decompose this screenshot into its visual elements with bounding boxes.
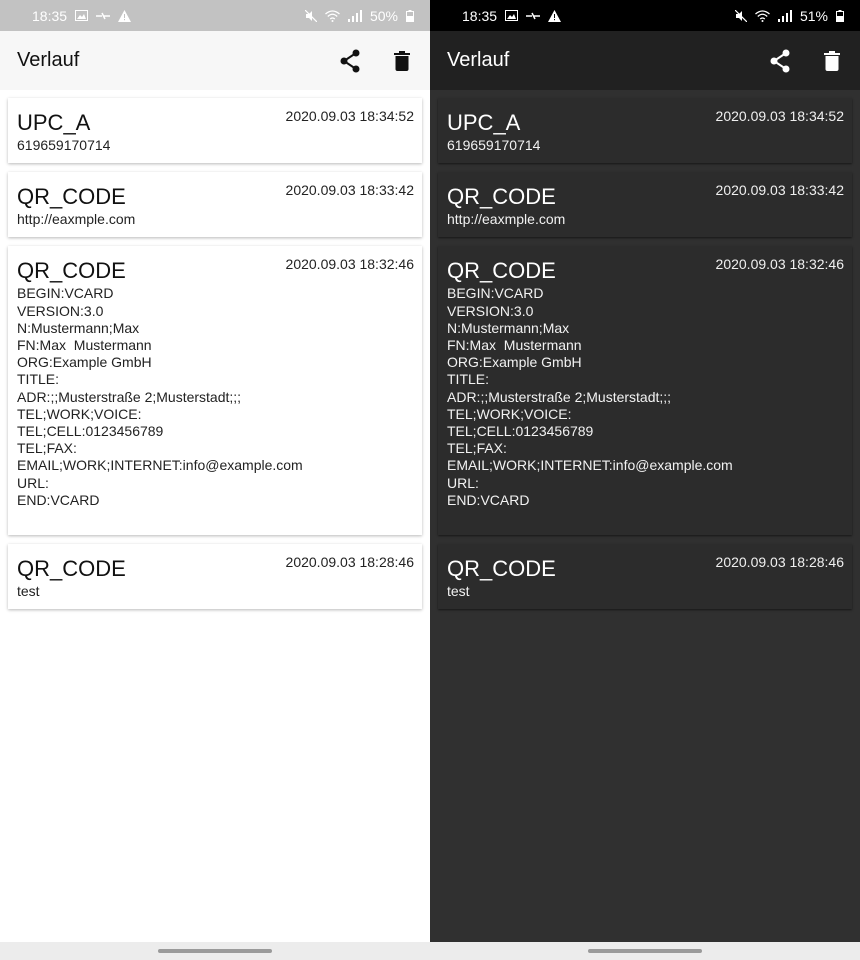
battery-percentage: 50% — [369, 7, 398, 24]
status-time: 18:35 — [32, 7, 68, 24]
image-icon — [505, 10, 519, 21]
share-icon[interactable] — [338, 49, 362, 73]
entry-date: 2020.09.03 18:32:46 — [285, 256, 414, 273]
wifi-icon — [325, 9, 340, 22]
wifi-icon — [755, 9, 770, 22]
history-entry[interactable]: QR_CODE 2020.09.03 18:28:46 test — [438, 544, 852, 610]
history-entry[interactable]: QR_CODE 2020.09.03 18:33:42 http://eaxmp… — [8, 172, 422, 238]
wifi-direct-icon — [96, 11, 111, 21]
mute-icon — [304, 9, 317, 22]
image-icon — [75, 10, 89, 21]
signal-icon — [347, 9, 362, 22]
dark-theme-screen: 18:35 51% Verlauf UPC_A 2020.09.03 18:34… — [430, 0, 860, 960]
entry-content: 619659170714 — [447, 137, 541, 153]
entry-date: 2020.09.03 18:28:46 — [285, 554, 414, 571]
page-title: Verlauf — [447, 49, 510, 71]
light-theme-screen: 18:35 50% Verlauf UPC_A 2020.09.03 18:34… — [0, 0, 430, 960]
delete-icon[interactable] — [820, 49, 844, 73]
status-bar: 18:35 50% — [0, 0, 430, 31]
battery-icon — [406, 9, 414, 22]
entry-content: BEGIN:VCARD VERSION:3.0 N:Mustermann;Max… — [447, 285, 733, 508]
entry-content: test — [447, 583, 470, 600]
home-gesture-handle[interactable] — [588, 949, 702, 953]
status-bar: 18:35 51% — [430, 0, 860, 31]
entry-date: 2020.09.03 18:34:52 — [715, 108, 844, 124]
entry-date: 2020.09.03 18:33:42 — [285, 182, 414, 199]
history-entry[interactable]: QR_CODE 2020.09.03 18:32:46 BEGIN:VCARD … — [438, 246, 852, 536]
history-list: UPC_A 2020.09.03 18:34:52 619659170714 Q… — [430, 90, 860, 610]
battery-icon — [836, 9, 844, 22]
signal-icon — [777, 9, 792, 22]
page-title: Verlauf — [17, 49, 80, 71]
entry-content: 619659170714 — [17, 137, 111, 153]
battery-percentage: 51% — [799, 7, 828, 24]
delete-icon[interactable] — [390, 49, 414, 73]
mute-icon — [734, 9, 747, 22]
status-time: 18:35 — [462, 7, 498, 24]
history-entry[interactable]: UPC_A 2020.09.03 18:34:52 619659170714 — [8, 98, 422, 164]
app-bar: Verlauf — [0, 31, 430, 90]
navigation-bar — [430, 942, 860, 960]
entry-content: http://eaxmple.com — [447, 211, 566, 228]
warning-icon — [118, 9, 132, 22]
history-entry[interactable]: QR_CODE 2020.09.03 18:28:46 test — [8, 544, 422, 610]
navigation-bar — [0, 942, 430, 960]
entry-content: BEGIN:VCARD VERSION:3.0 N:Mustermann;Max… — [17, 285, 303, 508]
home-gesture-handle[interactable] — [158, 949, 272, 953]
entry-content: http://eaxmple.com — [17, 211, 136, 228]
history-entry[interactable]: UPC_A 2020.09.03 18:34:52 619659170714 — [438, 98, 852, 164]
history-entry[interactable]: QR_CODE 2020.09.03 18:32:46 BEGIN:VCARD … — [8, 246, 422, 536]
warning-icon — [548, 9, 562, 22]
app-bar: Verlauf — [430, 31, 860, 90]
entry-date: 2020.09.03 18:28:46 — [715, 554, 844, 571]
share-icon[interactable] — [768, 49, 792, 73]
wifi-direct-icon — [526, 11, 541, 21]
history-entry[interactable]: QR_CODE 2020.09.03 18:33:42 http://eaxmp… — [438, 172, 852, 238]
entry-date: 2020.09.03 18:33:42 — [715, 182, 844, 199]
entry-content: test — [17, 583, 40, 600]
history-list: UPC_A 2020.09.03 18:34:52 619659170714 Q… — [0, 90, 430, 610]
entry-date: 2020.09.03 18:34:52 — [285, 108, 414, 124]
entry-date: 2020.09.03 18:32:46 — [715, 256, 844, 273]
